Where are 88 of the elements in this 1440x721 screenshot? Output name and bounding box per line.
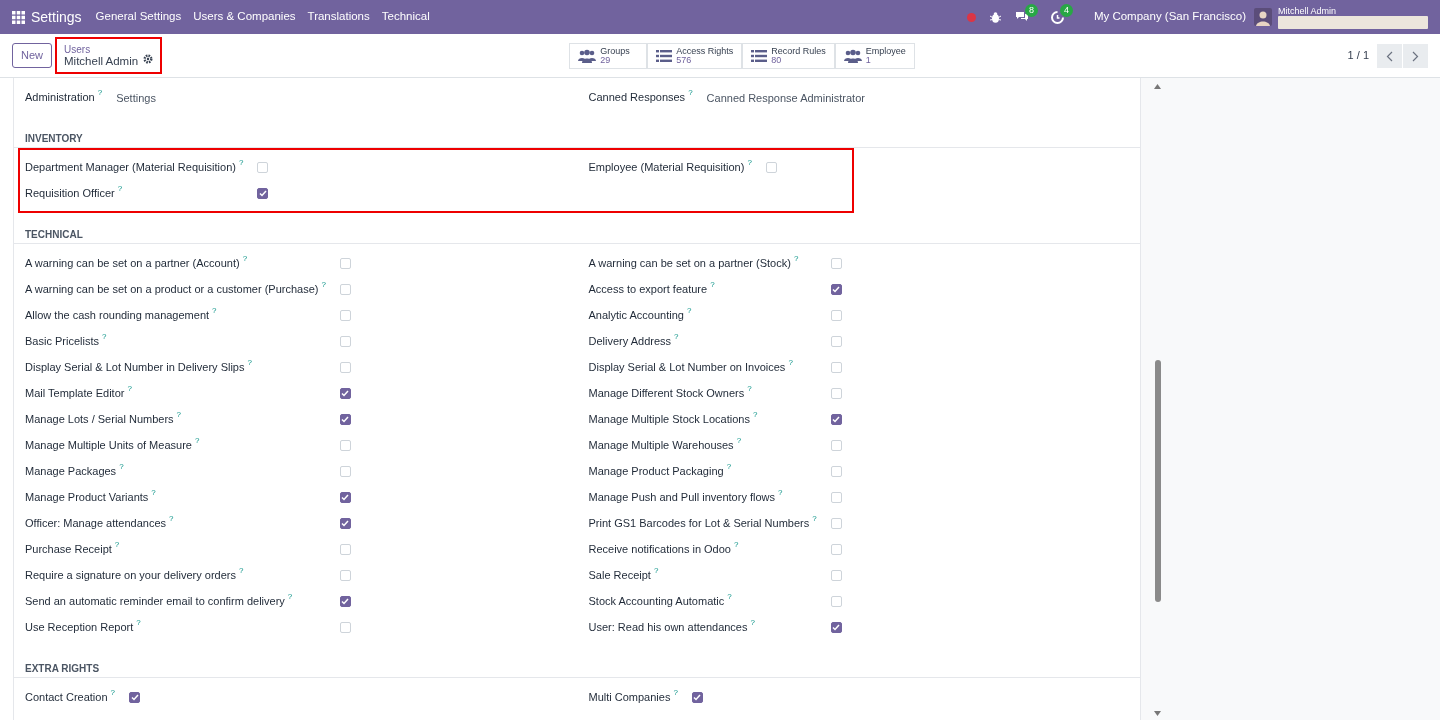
field-label: Use Reception Report $^{?}$ xyxy=(25,617,142,635)
checkbox[interactable] xyxy=(830,413,842,425)
field-label: Requisition Officer $^{?}$ xyxy=(25,183,124,201)
list-icon xyxy=(751,49,768,62)
field-label: Manage Packages $^{?}$ xyxy=(25,461,125,479)
field-label: Receive notifications in Odoo $^{?}$ xyxy=(588,539,740,557)
field-label: Manage Different Stock Owners $^{?}$ xyxy=(588,383,753,401)
field-label: Print GS1 Barcodes for Lot & Serial Numbers $^{?}$ xyxy=(588,513,817,531)
field-label: Manage Multiple Warehouses $^{?}$ xyxy=(588,435,743,453)
checkbox[interactable] xyxy=(339,413,351,425)
user-name[interactable]: Mitchell Admin xyxy=(1278,5,1428,16)
field-label: Analytic Accounting $^{?}$ xyxy=(588,305,693,323)
scroll-up-icon[interactable] xyxy=(1154,84,1161,89)
avatar-icon[interactable] xyxy=(1254,8,1272,26)
checkbox[interactable] xyxy=(129,691,140,703)
field-label: A warning can be set on a partner (Stock) $^{?}$ xyxy=(588,253,800,271)
field-label: Manage Multiple Stock Locations $^{?}$ xyxy=(588,409,759,427)
checkbox[interactable] xyxy=(339,517,351,529)
scroll-down-icon[interactable] xyxy=(1154,711,1161,716)
field-label: Delivery Address $^{?}$ xyxy=(588,331,680,349)
scrollbar-thumb[interactable] xyxy=(1155,360,1161,602)
checkbox[interactable] xyxy=(339,387,351,399)
field-label: Send an automatic reminder email to confirm delivery $^{?}$ xyxy=(25,591,294,609)
bug-icon[interactable] xyxy=(989,11,1001,23)
chat-icon[interactable] xyxy=(1014,11,1029,23)
checkbox[interactable] xyxy=(339,491,351,503)
field-label: Department Manager (Material Requisition) $^{?}$ xyxy=(25,157,244,175)
new-button[interactable]: New xyxy=(12,43,52,68)
field-label: Display Serial & Lot Number in Delivery Slips $^{?}$ xyxy=(25,357,253,375)
field-label: Manage Lots / Serial Numbers $^{?}$ xyxy=(25,409,183,427)
section-heading: TECHNICAL xyxy=(14,206,1140,244)
field-label: Sale Receipt $^{?}$ xyxy=(588,565,660,583)
field-label: Manage Multiple Units of Measure $^{?}$ xyxy=(25,435,201,453)
checkbox[interactable] xyxy=(257,187,269,199)
field-label: A warning can be set on a partner (Account) $^{?}$ xyxy=(25,253,249,271)
gear-icon[interactable] xyxy=(143,54,154,65)
count-badge: 4 xyxy=(1059,3,1073,17)
record-dot-icon[interactable] xyxy=(966,12,976,22)
field-label: Officer: Manage attendances $^{?}$ xyxy=(25,513,175,531)
field-label: Manage Push and Pull inventory flows $^{?}$ xyxy=(588,487,784,505)
field-label: Employee (Material Requisition) $^{?}$ xyxy=(588,157,752,175)
apps-menu-icon[interactable] xyxy=(12,10,25,24)
field-label: Contact Creation $^{?}$ xyxy=(25,687,115,705)
menu-item[interactable]: Users & Companies xyxy=(187,8,302,26)
menu-item[interactable]: Translations xyxy=(301,8,376,26)
next-button[interactable] xyxy=(1403,43,1428,68)
smart-button[interactable]: Employee 1 xyxy=(834,42,915,69)
menu-item[interactable]: Technical xyxy=(375,8,436,26)
smart-button[interactable]: Access Rights 576 xyxy=(647,42,743,69)
select-field[interactable]: Settings xyxy=(116,84,577,110)
checkbox[interactable] xyxy=(339,595,351,607)
menu-item[interactable]: General Settings xyxy=(89,8,188,26)
field-label: A warning can be set on a product or a customer (Purchase) $^{?}$ xyxy=(25,279,326,297)
company-switcher[interactable]: My Company (San Francisco) xyxy=(1093,8,1246,26)
field-label: Allow the cash rounding management $^{?}$ xyxy=(25,305,218,323)
field-label: Administration $^{?}$ xyxy=(25,87,103,105)
clock-icon[interactable] xyxy=(1050,10,1064,24)
checkbox[interactable] xyxy=(691,691,703,703)
field-label: Multi Companies $^{?}$ xyxy=(588,687,678,705)
record-name: Mitchell Admin xyxy=(64,54,139,68)
list-icon xyxy=(656,49,673,62)
field-label: Access to export feature $^{?}$ xyxy=(588,279,716,297)
field-label: User: Read his own attendances $^{?}$ xyxy=(588,617,756,635)
select-field[interactable]: Canned Response Administrator xyxy=(706,84,1140,110)
previous-icon xyxy=(1386,50,1393,62)
checkbox[interactable] xyxy=(830,621,842,633)
section-heading: EXTRA RIGHTS xyxy=(14,640,1140,678)
field-label: Manage Product Packaging $^{?}$ xyxy=(588,461,733,479)
pager-value: 1 / 1 xyxy=(1347,48,1369,64)
smart-button[interactable]: Groups 29 xyxy=(569,42,648,69)
field-label: Require a signature on your delivery orders $^{?}$ xyxy=(25,565,245,583)
checkbox[interactable] xyxy=(830,283,842,295)
breadcrumb-link[interactable]: Users xyxy=(64,43,139,55)
app-name[interactable]: Settings xyxy=(25,6,90,28)
field-label: Mail Template Editor $^{?}$ xyxy=(25,383,133,401)
field-label: Manage Product Variants $^{?}$ xyxy=(25,487,157,505)
users-icon xyxy=(578,48,597,63)
previous-button[interactable] xyxy=(1377,43,1402,68)
field-label: Purchase Receipt $^{?}$ xyxy=(25,539,121,557)
section-heading: INVENTORY xyxy=(14,110,1140,148)
field-label: Stock Accounting Automatic $^{?}$ xyxy=(588,591,733,609)
smart-button[interactable]: Record Rules 80 xyxy=(742,42,835,69)
count-badge: 8 xyxy=(1024,4,1038,17)
field-label: Display Serial & Lot Number on Invoices $^{?}$ xyxy=(588,357,794,375)
field-label: Canned Responses $^{?}$ xyxy=(588,87,693,105)
field-label: Basic Pricelists $^{?}$ xyxy=(25,331,108,349)
next-icon xyxy=(1412,50,1419,62)
users-icon xyxy=(843,48,862,63)
